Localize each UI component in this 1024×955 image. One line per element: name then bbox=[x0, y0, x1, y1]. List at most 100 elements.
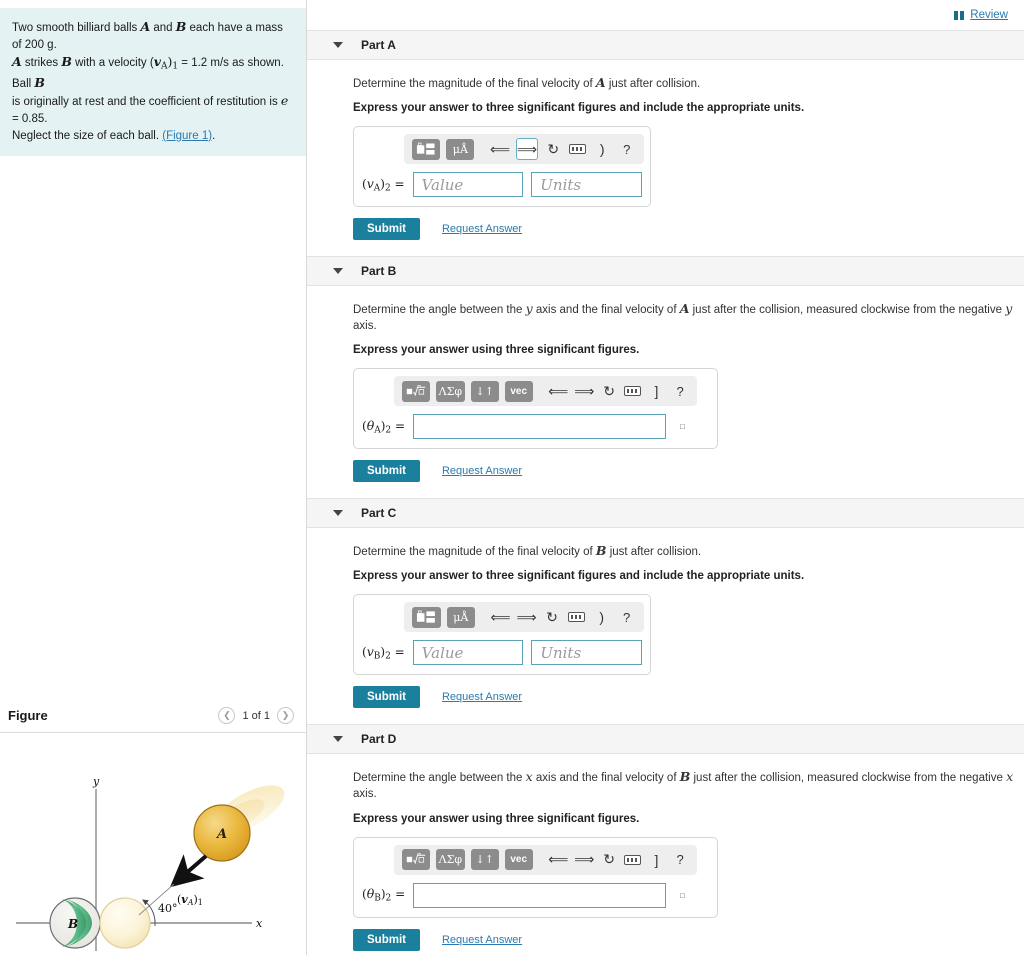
part-header-d[interactable]: Part D bbox=[307, 724, 1024, 755]
button-row-c: Submit Request Answer bbox=[353, 686, 1024, 709]
answer-box-b: ΛΣφ ↓↑ vec ⟸ ⟹ ↻ ] ? (θA)2 = □ bbox=[353, 368, 718, 450]
chevron-down-icon[interactable] bbox=[333, 510, 343, 517]
value-input-a[interactable]: Value bbox=[412, 172, 524, 198]
answer-box-a: μÅ ⟸ ⟹ ↻ ) ? (vA)2 = Value Units bbox=[353, 126, 651, 208]
review-bar: Review bbox=[307, 0, 1024, 30]
figure-link[interactable]: (Figure 1) bbox=[162, 130, 212, 142]
undo-icon[interactable]: ⟸ bbox=[490, 139, 510, 159]
symbol-B: B bbox=[175, 19, 187, 34]
answer-a-sub: A bbox=[373, 183, 381, 194]
x-axis-label: x bbox=[256, 917, 263, 930]
units-input-a[interactable]: Units bbox=[531, 172, 642, 198]
chevron-down-icon[interactable] bbox=[333, 42, 343, 48]
velocity-label: (vA)1 bbox=[177, 893, 203, 907]
answer-c-sub: B bbox=[373, 651, 381, 662]
keyboard-icon[interactable] bbox=[569, 139, 587, 159]
help-icon[interactable]: ? bbox=[618, 139, 636, 159]
question-c-post: just after collision. bbox=[606, 546, 702, 559]
answer-c-eq: = bbox=[390, 645, 405, 660]
reset-icon[interactable]: ↻ bbox=[544, 139, 562, 159]
problem-text-2d: with a velocity ( bbox=[71, 57, 154, 70]
instruction-b: Express your answer using three signific… bbox=[353, 344, 640, 357]
degree-unit-d: □ bbox=[680, 890, 685, 900]
problem-text-2b: strikes bbox=[21, 57, 62, 70]
question-a-post: just after collision. bbox=[605, 78, 701, 90]
part-header-b[interactable]: Part B bbox=[307, 256, 1024, 287]
chevron-right-icon[interactable]: ❯ bbox=[277, 707, 294, 724]
redo-icon[interactable]: ⟹ bbox=[574, 850, 594, 870]
keyboard-suffix: ) bbox=[599, 609, 605, 626]
submit-button-b[interactable]: Submit bbox=[353, 460, 420, 483]
question-text-a: Determine the magnitude of the final vel… bbox=[353, 74, 1024, 92]
keyboard-icon[interactable] bbox=[624, 381, 642, 401]
arrows-icon[interactable]: ↓↑ bbox=[470, 849, 499, 871]
velocity-arrow bbox=[169, 854, 208, 888]
request-answer-link-d[interactable]: Request Answer bbox=[442, 934, 522, 946]
greek-icon[interactable]: ΛΣφ bbox=[436, 849, 465, 871]
answer-box-d: ΛΣφ ↓↑ vec ⟸ ⟹ ↻ ] ? (θB)2 = □ bbox=[353, 836, 718, 918]
part-body-b: Determine the angle between the y axis a… bbox=[307, 286, 1024, 498]
radical-icon[interactable] bbox=[402, 380, 430, 402]
question-a-pre: Determine the magnitude of the final vel… bbox=[353, 78, 596, 90]
question-d-mid: axis and the final velocity of bbox=[532, 772, 680, 785]
help-icon[interactable]: ? bbox=[671, 381, 689, 401]
template-icon[interactable] bbox=[412, 138, 441, 160]
keyboard-suffix: ) bbox=[599, 141, 605, 158]
request-answer-link-b[interactable]: Request Answer bbox=[442, 465, 522, 477]
ball-b: B bbox=[49, 897, 101, 949]
undo-icon[interactable]: ⟸ bbox=[491, 607, 511, 627]
value-input-c[interactable]: Value bbox=[412, 640, 524, 666]
vector-icon[interactable]: vec bbox=[504, 380, 533, 402]
help-icon[interactable]: ? bbox=[617, 607, 636, 627]
radical-icon[interactable] bbox=[402, 849, 430, 871]
redo-icon[interactable]: ⟹ bbox=[574, 381, 594, 401]
review-button[interactable]: Review bbox=[954, 9, 1008, 21]
redo-icon[interactable]: ⟹ bbox=[517, 607, 537, 627]
template-icon[interactable] bbox=[412, 606, 441, 628]
units-icon[interactable]: μÅ bbox=[446, 138, 475, 160]
request-answer-link-a[interactable]: Request Answer bbox=[442, 223, 522, 235]
chevron-down-icon[interactable] bbox=[333, 736, 343, 743]
value-input-b[interactable] bbox=[413, 414, 667, 440]
part-body-c: Determine the magnitude of the final vel… bbox=[307, 528, 1024, 724]
figure-diagram[interactable]: y x B A (vA)1 40° bbox=[0, 743, 306, 955]
reset-icon[interactable]: ↻ bbox=[543, 607, 562, 627]
part-header-a[interactable]: Part A bbox=[307, 30, 1024, 60]
help-icon[interactable]: ? bbox=[671, 850, 689, 870]
request-answer-link-c[interactable]: Request Answer bbox=[442, 691, 522, 703]
problem-line-4: Neglect the size of each ball. (Figure 1… bbox=[12, 128, 294, 145]
part-body-a: Determine the magnitude of the final vel… bbox=[307, 60, 1024, 256]
redo-icon[interactable]: ⟹ bbox=[516, 138, 539, 161]
submit-button-c[interactable]: Submit bbox=[353, 686, 420, 709]
part-label-b: Part B bbox=[361, 264, 397, 279]
units-input-c[interactable]: Units bbox=[531, 640, 642, 666]
vector-icon[interactable]: vec bbox=[504, 849, 533, 871]
chevron-left-icon[interactable]: ❮ bbox=[218, 707, 236, 724]
math-toolbar-a: μÅ ⟸ ⟹ ↻ ) ? bbox=[404, 134, 644, 165]
billiard-collision-diagram: y x B A (vA)1 40° bbox=[16, 775, 285, 951]
answer-box-c: μÅ ⟸ ⟹ ↻ ) ? (vB)2 = Value Units bbox=[353, 594, 651, 676]
chevron-down-icon[interactable] bbox=[333, 268, 343, 275]
figure-pager: ❮ 1 of 1 ❯ bbox=[218, 707, 294, 724]
undo-icon[interactable]: ⟸ bbox=[548, 850, 568, 870]
undo-icon[interactable]: ⟸ bbox=[548, 381, 568, 401]
greek-icon[interactable]: ΛΣφ bbox=[436, 380, 465, 402]
units-icon[interactable]: μÅ bbox=[446, 606, 475, 628]
answer-label-d: (θB)2 = bbox=[362, 886, 406, 904]
ball-b-label: B bbox=[67, 917, 78, 931]
reset-icon[interactable]: ↻ bbox=[600, 850, 618, 870]
keyboard-icon[interactable] bbox=[567, 607, 586, 627]
problem-text-1a: Two smooth billiard balls bbox=[12, 22, 141, 34]
answer-d-eq: = bbox=[391, 887, 406, 902]
degree-unit-b: □ bbox=[680, 422, 685, 432]
arrows-icon[interactable]: ↓↑ bbox=[470, 380, 499, 402]
left-panel: Two smooth billiard balls A and B each h… bbox=[0, 0, 307, 955]
question-d-axis: x bbox=[525, 769, 533, 785]
reset-icon[interactable]: ↻ bbox=[600, 381, 618, 401]
value-input-d[interactable] bbox=[413, 882, 667, 908]
submit-button-a[interactable]: Submit bbox=[353, 218, 420, 241]
part-header-c[interactable]: Part C bbox=[307, 498, 1024, 529]
submit-button-d[interactable]: Submit bbox=[353, 928, 420, 951]
question-d-pre: Determine the angle between the bbox=[353, 772, 526, 785]
keyboard-icon[interactable] bbox=[624, 850, 642, 870]
